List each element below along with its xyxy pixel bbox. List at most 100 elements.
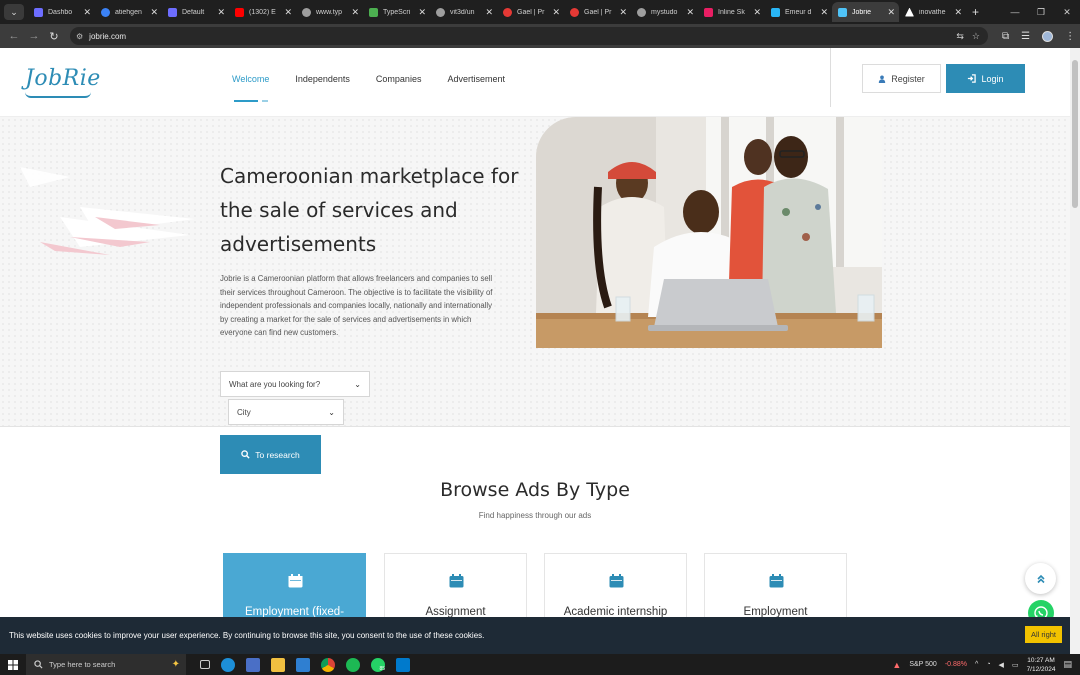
translate-icon[interactable]: ⇆: [956, 31, 964, 42]
start-button[interactable]: [0, 659, 26, 670]
close-tab-icon[interactable]: ✕: [418, 7, 426, 18]
close-tab-icon[interactable]: ✕: [217, 7, 225, 18]
close-tab-icon[interactable]: ✕: [753, 7, 761, 18]
browser-tab[interactable]: atiehgen ✕: [95, 2, 162, 22]
tab-favicon-icon: [369, 7, 378, 17]
paper-planes-decoration: [20, 167, 195, 255]
volume-icon[interactable]: ◀: [999, 661, 1004, 669]
page-scrollbar[interactable]: [1070, 48, 1080, 654]
site-logo[interactable]: JobRie: [25, 66, 101, 91]
minimize-icon[interactable]: —: [1002, 7, 1028, 17]
spotify-icon[interactable]: [346, 657, 360, 672]
close-tab-icon[interactable]: ✕: [619, 7, 627, 18]
edge-icon[interactable]: [221, 657, 235, 672]
calendar-icon: [449, 574, 464, 588]
tab-title: atiehgen: [115, 8, 142, 16]
close-window-icon[interactable]: ✕: [1054, 7, 1080, 18]
vscode-icon[interactable]: [396, 657, 410, 672]
tab-search-icon[interactable]: ⌄: [4, 4, 24, 20]
nav-advertisement[interactable]: Advertisement: [447, 74, 505, 84]
calendar-icon: [288, 574, 303, 588]
close-tab-icon[interactable]: ✕: [351, 7, 359, 18]
close-tab-icon[interactable]: ✕: [150, 7, 158, 18]
close-tab-icon[interactable]: ✕: [820, 7, 828, 18]
nav-active-indicator: [234, 100, 258, 102]
nav-companies[interactable]: Companies: [376, 74, 422, 84]
browser-tab[interactable]: Gael | Pr ✕: [564, 2, 631, 22]
battery-icon[interactable]: ▭: [1012, 661, 1019, 669]
tab-favicon-icon: [168, 7, 177, 17]
browser-tab[interactable]: (1302) E ✕: [229, 2, 296, 22]
taskbar-apps: 85: [200, 657, 410, 672]
close-tab-icon[interactable]: ✕: [887, 7, 895, 18]
browser-tab[interactable]: Gael | Pr ✕: [497, 2, 564, 22]
close-tab-icon[interactable]: ✕: [686, 7, 694, 18]
tab-favicon-icon: [905, 7, 914, 17]
city-select[interactable]: City ⌄: [228, 399, 344, 425]
tab-favicon-icon: [570, 7, 579, 17]
tab-strip: Dashbo ✕ atiehgen ✕ Default ✕ (1302) E ✕ www…: [28, 0, 979, 24]
cookie-accept-button[interactable]: All right: [1025, 626, 1062, 643]
media-control-icon[interactable]: ☰: [1021, 31, 1030, 42]
store-icon[interactable]: [246, 657, 260, 672]
extensions-icon[interactable]: ⧉: [1002, 31, 1009, 42]
cookie-banner: This website uses cookies to improve you…: [0, 617, 1070, 654]
scrollbar-thumb[interactable]: [1072, 60, 1078, 208]
browser-tab[interactable]: Inline Sk ✕: [698, 2, 765, 22]
whatsapp-badge: 85: [379, 665, 385, 672]
hero-section: Cameroonian marketplace for the sale of …: [0, 117, 1070, 427]
whatsapp-taskbar-icon[interactable]: 85: [371, 657, 385, 672]
close-tab-icon[interactable]: ✕: [954, 7, 962, 18]
chrome-icon[interactable]: [321, 657, 335, 672]
close-tab-icon[interactable]: ✕: [485, 7, 493, 18]
browser-tab[interactable]: Dashbo ✕: [28, 2, 95, 22]
site-info-icon[interactable]: ⚙: [76, 32, 83, 41]
scroll-to-top-button[interactable]: [1025, 563, 1056, 594]
stock-chart-icon: ▲: [892, 659, 902, 670]
tab-title: Gael | Pr: [517, 8, 545, 16]
taskbar-search-placeholder: Type here to search: [49, 660, 116, 669]
url-field[interactable]: ⚙ jobrie.com ⇆ ☆: [70, 27, 988, 45]
new-tab-icon[interactable]: +: [972, 5, 979, 19]
restore-icon[interactable]: ❐: [1028, 7, 1054, 18]
browser-tab[interactable]: Emeur d ✕: [765, 2, 832, 22]
back-icon[interactable]: ←: [4, 30, 24, 42]
nav-independents[interactable]: Independents: [295, 74, 350, 84]
forward-icon[interactable]: →: [24, 30, 44, 42]
browser-tab[interactable]: vit3d/un ✕: [430, 2, 497, 22]
browser-tab[interactable]: TypeScri ✕: [363, 2, 430, 22]
browser-tab[interactable]: inovathe ✕: [899, 2, 966, 22]
browse-subtitle: Find happiness through our ads: [478, 511, 592, 520]
browser-tab[interactable]: www.typ ✕: [296, 2, 363, 22]
reload-icon[interactable]: ↻: [44, 30, 64, 43]
browser-tab[interactable]: mystudo ✕: [631, 2, 698, 22]
double-chevron-up-icon: [1036, 574, 1045, 583]
mail-icon[interactable]: [296, 657, 310, 672]
notifications-icon[interactable]: ▤: [1063, 659, 1072, 670]
tray-chevron-icon[interactable]: ^: [975, 661, 978, 668]
city-select-value: City: [237, 407, 251, 417]
tab-title: Gael | Pr: [584, 8, 612, 16]
browser-tab-active[interactable]: Jobrie ✕: [832, 2, 899, 22]
taskbar-clock[interactable]: 10:27 AM 7/12/2024: [1027, 656, 1056, 674]
register-button[interactable]: Register: [862, 64, 941, 93]
file-explorer-icon[interactable]: [271, 657, 285, 672]
category-select[interactable]: What are you looking for? ⌄: [220, 371, 370, 397]
tab-title: (1302) E: [249, 8, 276, 16]
close-tab-icon[interactable]: ✕: [83, 7, 91, 18]
close-tab-icon[interactable]: ✕: [552, 7, 560, 18]
taskbar-search-box[interactable]: Type here to search ✦: [26, 654, 186, 675]
close-tab-icon[interactable]: ✕: [284, 7, 292, 18]
network-icon[interactable]: ◔: [986, 661, 990, 668]
browser-menu-icon[interactable]: ⋮: [1065, 31, 1075, 42]
search-button[interactable]: To research: [220, 435, 321, 474]
nav-welcome[interactable]: Welcome: [232, 74, 269, 84]
login-button[interactable]: Login: [946, 64, 1025, 93]
browser-tab[interactable]: Default ✕: [162, 2, 229, 22]
profile-avatar[interactable]: [1042, 30, 1054, 42]
tab-favicon-icon: [101, 7, 110, 17]
copilot-sparkle-icon: ✦: [171, 659, 180, 670]
task-view-icon[interactable]: [200, 660, 210, 669]
stock-name[interactable]: S&P 500: [909, 661, 937, 668]
bookmark-star-icon[interactable]: ☆: [972, 31, 980, 42]
